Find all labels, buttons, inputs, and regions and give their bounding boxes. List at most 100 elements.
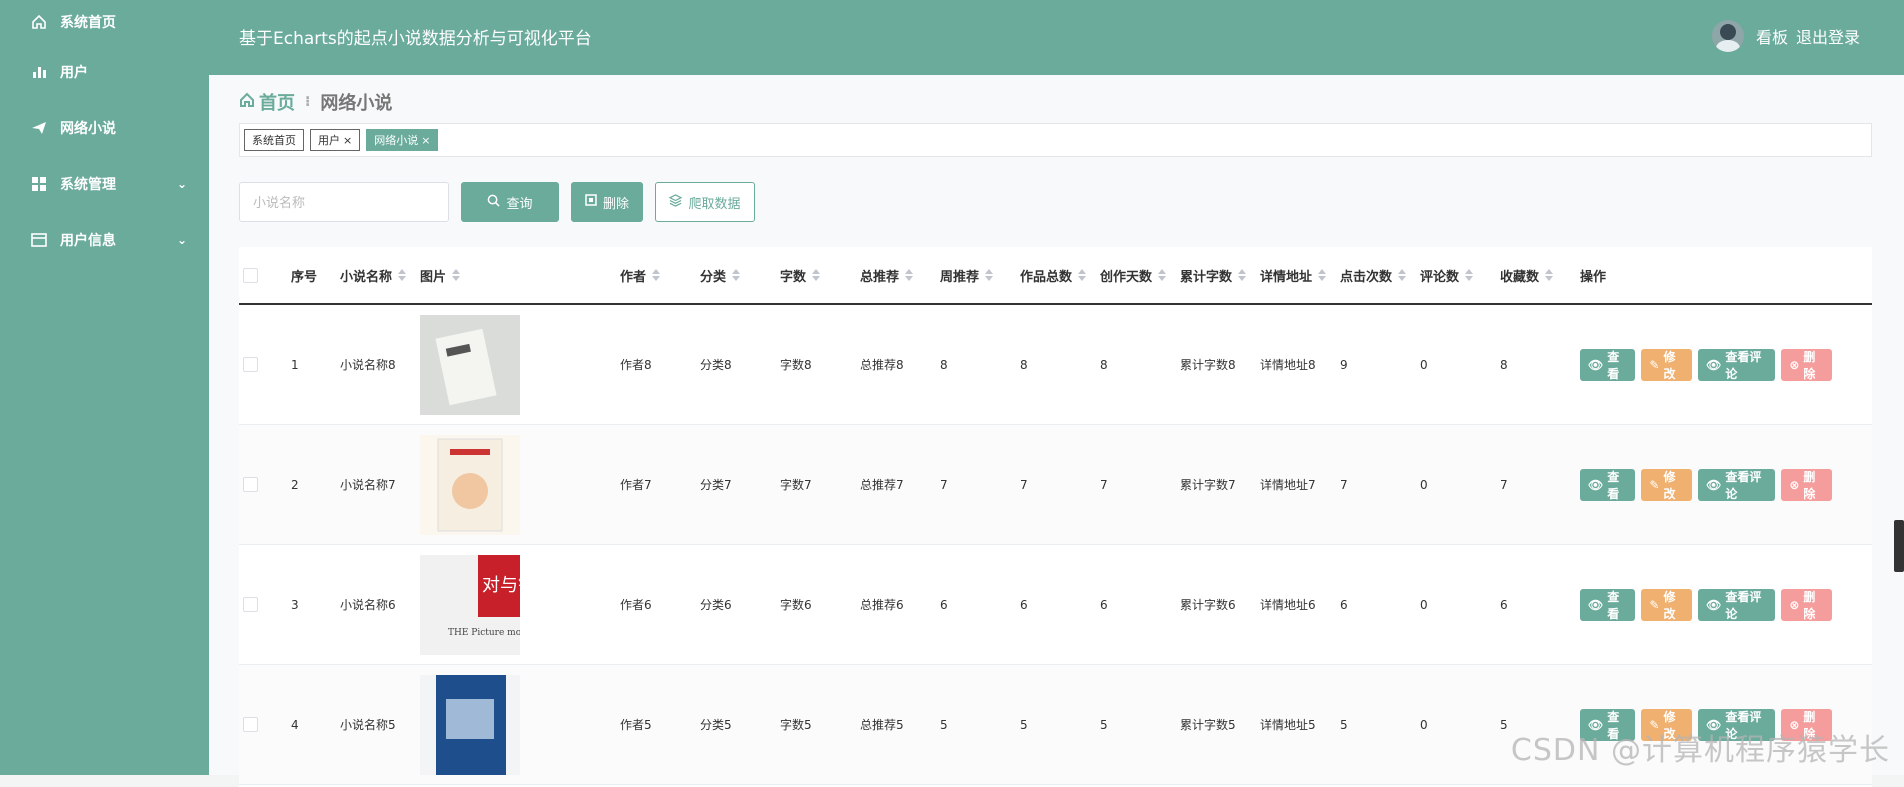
home-icon — [30, 13, 48, 31]
paper-plane-icon — [30, 119, 48, 137]
edit-button[interactable]: ✎修改 — [1641, 349, 1692, 381]
sort-icon[interactable] — [1545, 269, 1553, 281]
delete-button[interactable]: ⊗删除 — [1781, 469, 1832, 501]
header-clicks[interactable]: 点击次数 — [1340, 266, 1420, 285]
sort-icon[interactable] — [732, 269, 740, 281]
close-circle-icon: ⊗ — [1789, 478, 1799, 492]
logout-link[interactable]: 退出登录 — [1796, 24, 1860, 48]
sort-icon[interactable] — [905, 269, 913, 281]
header-words[interactable]: 字数 — [780, 266, 860, 285]
cover-image — [420, 315, 520, 415]
sidebar-item-users[interactable]: 用户 — [0, 44, 209, 100]
breadcrumb-home[interactable]: 首页 — [239, 89, 295, 115]
crawl-data-button[interactable]: 爬取数据 — [655, 182, 755, 222]
sort-icon[interactable] — [452, 269, 460, 281]
chevron-down-icon: ⌄ — [177, 177, 187, 191]
header-category[interactable]: 分类 — [700, 266, 780, 285]
header-total-rec[interactable]: 总推荐 — [860, 266, 940, 285]
header-days[interactable]: 创作天数 — [1100, 266, 1180, 285]
header-comments[interactable]: 评论数 — [1420, 266, 1500, 285]
header-acc-words[interactable]: 累计字数 — [1180, 266, 1260, 285]
sidebar-item-home[interactable]: 系统首页 — [0, 0, 209, 44]
sidebar-item-system[interactable]: 系统管理 ⌄ — [0, 156, 209, 212]
cell-category: 分类6 — [700, 596, 780, 613]
cell-total-rec: 总推荐6 — [860, 596, 940, 613]
sort-icon[interactable] — [652, 269, 660, 281]
scrollbar[interactable] — [1894, 520, 1904, 572]
close-icon[interactable]: × — [343, 134, 352, 147]
header-author[interactable]: 作者 — [620, 266, 700, 285]
cell-no: 4 — [291, 718, 340, 732]
sort-icon[interactable] — [985, 269, 993, 281]
avatar[interactable] — [1712, 20, 1744, 52]
tab-bar: 系统首页 用户× 网络小说× — [239, 123, 1872, 157]
view-button[interactable]: 👁查看 — [1580, 349, 1635, 381]
edit-button[interactable]: ✎修改 — [1641, 469, 1692, 501]
home-icon — [239, 92, 255, 113]
view-button[interactable]: 👁查看 — [1580, 589, 1635, 621]
view-comments-button[interactable]: 👁查看评论 — [1698, 349, 1775, 381]
close-circle-icon: ⊗ — [1789, 598, 1799, 612]
view-button[interactable]: 👁查看 — [1580, 469, 1635, 501]
cell-image — [420, 435, 620, 535]
sort-icon[interactable] — [1318, 269, 1326, 281]
cell-author: 作者7 — [620, 476, 700, 493]
eye-icon: 👁 — [1588, 478, 1603, 492]
tab-users[interactable]: 用户× — [310, 129, 360, 151]
search-input[interactable] — [239, 182, 449, 222]
sort-icon[interactable] — [1465, 269, 1473, 281]
delete-button[interactable]: ⊗删除 — [1781, 589, 1832, 621]
header-favorites[interactable]: 收藏数 — [1500, 266, 1580, 285]
cell-days: 8 — [1100, 358, 1180, 372]
sort-icon[interactable] — [1078, 269, 1086, 281]
view-comments-button[interactable]: 👁查看评论 — [1698, 589, 1775, 621]
tab-novels[interactable]: 网络小说× — [366, 129, 438, 151]
query-button[interactable]: 查询 — [461, 182, 559, 222]
layers-icon — [669, 194, 682, 211]
cell-author: 作者6 — [620, 596, 700, 613]
sort-icon[interactable] — [1238, 269, 1246, 281]
sidebar-item-userinfo[interactable]: 用户信息 ⌄ — [0, 212, 209, 268]
cell-image — [420, 675, 620, 775]
row-actions: 👁查看 ✎修改 👁查看评论 ⊗删除 — [1580, 349, 1832, 381]
header-week-rec[interactable]: 周推荐 — [940, 266, 1020, 285]
sort-icon[interactable] — [1158, 269, 1166, 281]
sort-icon[interactable] — [812, 269, 820, 281]
cell-days: 6 — [1100, 598, 1180, 612]
view-comments-button[interactable]: 👁查看评论 — [1698, 469, 1775, 501]
watermark: CSDN @计算机程序猿学长 — [1511, 725, 1890, 769]
cell-week-rec: 6 — [940, 598, 1020, 612]
row-checkbox[interactable] — [243, 717, 258, 732]
sidebar-item-novels[interactable]: 网络小说 — [0, 100, 209, 156]
row-checkbox[interactable] — [243, 597, 258, 612]
cell-name: 小说名称6 — [340, 596, 420, 613]
cell-acc-words: 累计字数5 — [1180, 716, 1260, 733]
novel-table: 序号 小说名称 图片 作者 分类 字数 总推荐 周推荐 作品总数 创作天数 累计… — [239, 247, 1872, 787]
trash-icon — [585, 194, 597, 210]
row-checkbox[interactable] — [243, 357, 258, 372]
delete-button[interactable]: ⊗删除 — [1781, 349, 1832, 381]
cell-detail: 详情地址8 — [1260, 356, 1340, 373]
edit-icon: ✎ — [1649, 598, 1659, 612]
cell-comments: 0 — [1420, 718, 1500, 732]
cover-subtitle: THE Picture monster — [448, 628, 520, 638]
row-checkbox[interactable] — [243, 477, 258, 492]
edit-button[interactable]: ✎修改 — [1641, 589, 1692, 621]
breadcrumb-separator: ⁝ — [305, 94, 310, 110]
header-works[interactable]: 作品总数 — [1020, 266, 1100, 285]
row-actions: 👁查看 ✎修改 👁查看评论 ⊗删除 — [1580, 589, 1832, 621]
cell-favorites: 8 — [1500, 358, 1580, 372]
sort-icon[interactable] — [1398, 269, 1406, 281]
sidebar-item-label: 用户 — [60, 62, 88, 82]
select-all-checkbox[interactable] — [243, 268, 258, 283]
top-bar: 基于Echarts的起点小说数据分析与可视化平台 看板 退出登录 — [209, 0, 1904, 75]
tab-home[interactable]: 系统首页 — [244, 129, 304, 151]
sort-icon[interactable] — [398, 269, 406, 281]
header-detail[interactable]: 详情地址 — [1260, 266, 1340, 285]
batch-delete-button[interactable]: 删除 — [571, 182, 643, 222]
dashboard-link[interactable]: 看板 — [1756, 24, 1788, 48]
close-icon[interactable]: × — [421, 134, 430, 147]
search-icon — [487, 194, 500, 211]
header-name[interactable]: 小说名称 — [340, 266, 420, 285]
header-image[interactable]: 图片 — [420, 266, 620, 285]
